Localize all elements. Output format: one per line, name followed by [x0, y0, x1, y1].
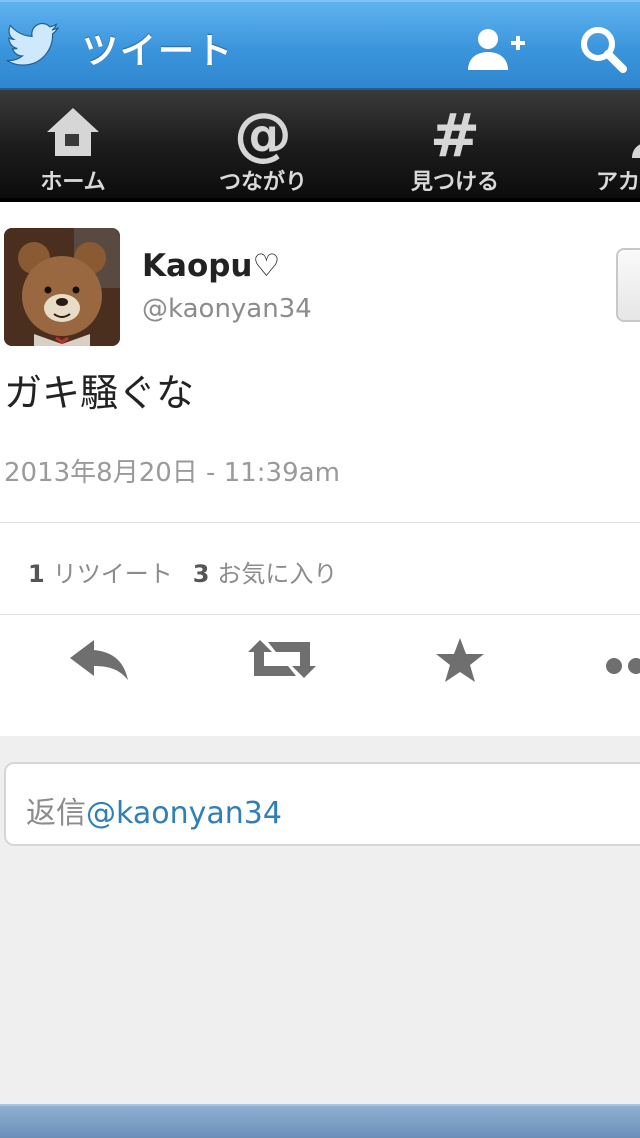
avatar[interactable]: [4, 228, 120, 346]
tab-label: アカ: [596, 170, 640, 195]
more-icon[interactable]: [604, 636, 640, 676]
favorite-stat[interactable]: 3 お気に入り: [193, 560, 338, 588]
tweet-text: ガキ騒ぐな: [4, 371, 195, 415]
tab-connect[interactable]: @ つながり: [188, 90, 338, 198]
display-name: Kaopu♡: [142, 248, 281, 284]
svg-text:@: @: [234, 104, 292, 164]
tab-account[interactable]: アカ: [588, 90, 640, 198]
hashtag-icon: #: [430, 104, 480, 162]
follow-button[interactable]: [616, 248, 640, 322]
empty-area: [0, 870, 640, 1104]
bear-avatar-image: [4, 228, 120, 346]
tab-label: ホーム: [40, 170, 106, 195]
retweet-icon[interactable]: [244, 636, 320, 682]
reply-mention: @kaonyan34: [86, 796, 282, 831]
reply-input[interactable]: 返信@kaonyan34: [4, 762, 640, 846]
tab-bar: ホーム @ つながり # 見つける アカ: [0, 90, 640, 202]
tab-label: 見つける: [410, 170, 499, 195]
account-icon: [632, 144, 640, 158]
tab-discover[interactable]: # 見つける: [380, 90, 530, 198]
user-handle: @kaonyan34: [142, 294, 312, 324]
divider: [0, 614, 640, 615]
svg-text:#: #: [430, 104, 480, 162]
search-icon[interactable]: [578, 24, 628, 74]
reply-area: 返信@kaonyan34: [0, 736, 640, 871]
tweet-card: Kaopu♡ @kaonyan34 ガキ騒ぐな 2013年8月20日 - 11:…: [0, 202, 640, 737]
reply-icon[interactable]: [68, 636, 132, 682]
bottom-toolbar: [0, 1104, 640, 1138]
retweet-count: 1: [28, 560, 45, 588]
add-user-icon[interactable]: [466, 26, 528, 74]
favorite-icon[interactable]: [434, 636, 486, 684]
home-icon: [47, 108, 99, 156]
tweet-stats: 1 リツイート 3 お気に入り: [28, 554, 337, 589]
reply-prefix: 返信: [26, 796, 86, 831]
page-title: ツイート: [82, 31, 235, 72]
twitter-bird-icon: [6, 22, 60, 66]
at-sign-icon: @: [234, 104, 292, 164]
favorite-label: お気に入り: [217, 560, 338, 588]
tab-label: つながり: [218, 170, 307, 195]
title-bar: ツイート: [0, 0, 640, 90]
favorite-count: 3: [192, 560, 210, 588]
retweet-stat[interactable]: 1 リツイート: [28, 560, 173, 588]
divider: [0, 522, 640, 523]
tweet-timestamp: 2013年8月20日 - 11:39am: [4, 458, 340, 488]
retweet-label: リツイート: [52, 560, 173, 588]
tab-home[interactable]: ホーム: [0, 90, 148, 198]
